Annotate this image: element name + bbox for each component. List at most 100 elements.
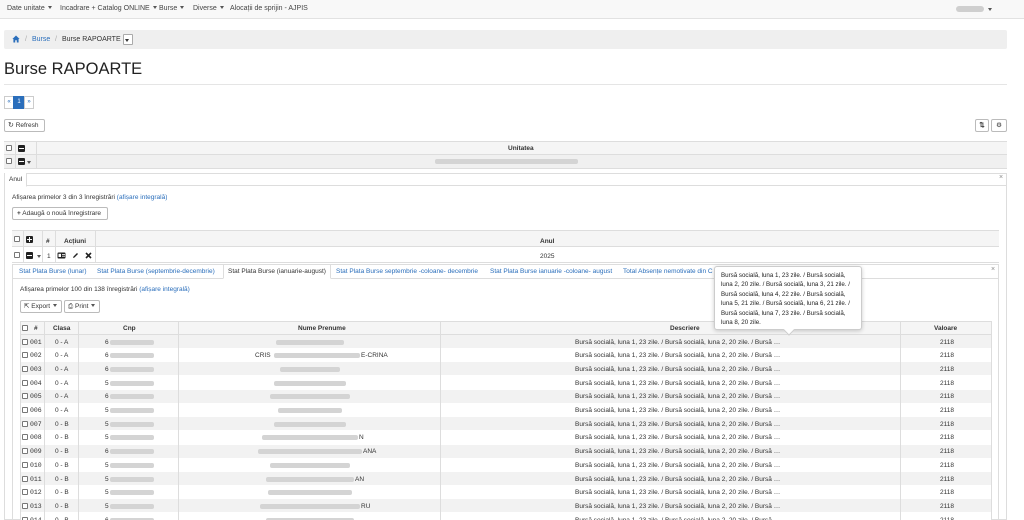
table-row[interactable] — [20, 417, 992, 431]
export-button[interactable]: ⇱ Export — [20, 300, 62, 313]
row-descriere[interactable]: Bursă socială, luna 1, 23 zile. / Bursă … — [575, 407, 782, 414]
pagination-next[interactable]: » — [24, 96, 34, 109]
breadcrumb-current: Burse RAPOARTE — [62, 36, 121, 43]
select-all-years-checkbox[interactable] — [14, 236, 20, 242]
row-checkbox[interactable] — [22, 434, 28, 441]
close-icon[interactable]: × — [999, 174, 1003, 181]
table-row[interactable] — [20, 444, 992, 458]
breadcrumb-dropdown-button[interactable] — [123, 34, 133, 45]
col-hash: # — [34, 325, 38, 332]
tab-stat-ian-aug[interactable]: Stat Plata Burse (ianuarie-august) — [223, 264, 331, 279]
table-row[interactable] — [20, 335, 992, 348]
add-record-button[interactable]: + Adaugă o nouă înregistrare — [12, 207, 108, 220]
row-checkbox[interactable] — [22, 365, 28, 372]
home-icon[interactable] — [12, 35, 20, 43]
expand-all-icon[interactable] — [26, 236, 33, 243]
table-row[interactable] — [20, 485, 992, 499]
table-row[interactable] — [20, 403, 992, 417]
row-descriere[interactable]: Bursă socială, luna 1, 23 zile. / Bursă … — [575, 434, 782, 441]
collapse-year-icon[interactable] — [26, 252, 33, 259]
row-descriere[interactable]: Bursă socială, luna 1, 23 zile. / Bursă … — [575, 489, 782, 496]
nav-burse[interactable]: Burse — [159, 5, 185, 12]
tab-stat-sept-dec[interactable]: Stat Plata Burse (septembrie-decembrie) — [97, 268, 215, 275]
select-all-rows-checkbox[interactable] — [22, 325, 28, 331]
tab-stat-ian-aug-coloane[interactable]: Stat Plata Burse ianuarie -coloane- augu… — [490, 268, 612, 275]
cnp-redacted — [110, 435, 154, 441]
breadcrumb-separator: / — [55, 36, 57, 43]
print-button[interactable]: ⎙ Print — [64, 300, 100, 313]
row-descriere[interactable]: Bursă socială, luna 1, 23 zile. / Bursă … — [575, 339, 782, 346]
row-descriere[interactable]: Bursă socială, luna 1, 23 zile. / Bursă … — [575, 517, 782, 520]
row-checkbox[interactable] — [22, 352, 28, 359]
year-records-info: Afișarea primelor 3 din 3 înregistrări (… — [12, 194, 168, 201]
pencil-icon[interactable] — [72, 252, 79, 259]
row-checkbox[interactable] — [22, 461, 28, 468]
delete-icon[interactable] — [85, 252, 92, 259]
row-descriere[interactable]: Bursă socială, luna 1, 23 zile. / Bursă … — [575, 352, 782, 359]
row-descriere[interactable]: Bursă socială, luna 1, 23 zile. / Bursă … — [575, 448, 782, 455]
row-checkbox[interactable] — [22, 407, 28, 413]
breadcrumb-burse[interactable]: Burse — [32, 36, 50, 43]
select-all-checkbox[interactable] — [6, 145, 12, 151]
row-descriere[interactable]: Bursă socială, luna 1, 23 zile. / Bursă … — [575, 503, 782, 510]
tab-anul[interactable]: Anul — [5, 173, 28, 187]
row-checkbox[interactable] — [22, 448, 28, 455]
cnp-redacted — [110, 503, 154, 509]
table-row[interactable] — [20, 430, 992, 444]
cnp-redacted — [110, 476, 154, 482]
name-redacted — [260, 503, 360, 509]
row-checkbox[interactable] — [22, 420, 28, 427]
caret-down-icon[interactable] — [37, 255, 41, 258]
row-descriere[interactable]: Bursă socială, luna 1, 23 zile. / Bursă … — [575, 462, 782, 469]
nav-date-unitate[interactable]: Date unitate — [7, 5, 52, 12]
name-redacted — [274, 421, 346, 427]
show-all-link[interactable]: (afișare integrală) — [139, 286, 190, 293]
row-descriere[interactable]: Bursă socială, luna 1, 23 zile. / Bursă … — [575, 393, 782, 400]
row-checkbox[interactable] — [22, 379, 28, 386]
col-clasa: Clasa — [53, 325, 71, 332]
row-checkbox[interactable] — [22, 475, 28, 482]
user-menu[interactable] — [956, 6, 984, 12]
row-descriere[interactable]: Bursă socială, luna 1, 23 zile. / Bursă … — [575, 421, 782, 428]
table-row[interactable] — [20, 376, 992, 390]
table-row[interactable] — [20, 348, 992, 362]
row-checkbox[interactable] — [22, 502, 28, 509]
table-row[interactable] — [20, 499, 992, 513]
table-row[interactable] — [20, 458, 992, 472]
id-card-icon[interactable] — [57, 252, 66, 259]
year-row-checkbox[interactable] — [14, 252, 20, 258]
row-number: 014 — [30, 517, 42, 520]
row-descriere[interactable]: Bursă socială, luna 1, 23 zile. / Bursă … — [575, 476, 782, 483]
row-checkbox[interactable] — [22, 393, 28, 400]
row-descriere[interactable]: Bursă socială, luna 1, 23 zile. / Bursă … — [575, 380, 782, 387]
row-checkbox[interactable] — [6, 158, 12, 164]
report-records-info: Afișarea primelor 100 din 138 înregistră… — [20, 286, 190, 293]
row-descriere[interactable]: Bursă socială, luna 1, 23 zile. / Bursă … — [575, 366, 782, 373]
year-col-anul: Anul — [540, 238, 555, 245]
row-checkbox[interactable] — [22, 489, 28, 496]
sort-button[interactable]: ⇅ — [975, 119, 989, 132]
nav-alocatii-sprijin[interactable]: Alocații de sprijin - AJPIS — [230, 5, 308, 12]
table-row[interactable] — [20, 362, 992, 376]
row-checkbox[interactable] — [22, 338, 28, 345]
table-row[interactable] — [20, 513, 992, 520]
row-number: 011 — [30, 475, 42, 483]
tab-stat-sept-dec-coloane[interactable]: Stat Plata Burse septembrie -coloane- de… — [336, 268, 478, 275]
name-redacted — [268, 490, 352, 496]
close-icon[interactable]: × — [991, 266, 995, 273]
refresh-button[interactable]: ↻ Refresh — [4, 119, 45, 132]
tab-total-absente[interactable]: Total Absențe nemotivate din C — [623, 268, 716, 275]
table-row[interactable] — [20, 389, 992, 403]
show-all-link[interactable]: (afișare integrală) — [117, 194, 168, 201]
row-checkbox[interactable] — [22, 516, 28, 520]
caret-down-icon[interactable] — [27, 161, 31, 164]
table-row[interactable] — [20, 472, 992, 485]
caret-down-icon — [152, 6, 157, 9]
tab-stat-lunar[interactable]: Stat Plata Burse (lunar) — [19, 268, 87, 275]
collapse-row-icon[interactable] — [18, 158, 25, 165]
settings-button[interactable]: ⚙ — [991, 119, 1007, 132]
collapse-all-icon[interactable] — [18, 145, 25, 152]
row-valoare: 2118 — [940, 365, 954, 373]
nav-incadrare-catalog[interactable]: Incadrare + Catalog ONLINE — [60, 5, 157, 12]
nav-diverse[interactable]: Diverse — [193, 5, 224, 12]
